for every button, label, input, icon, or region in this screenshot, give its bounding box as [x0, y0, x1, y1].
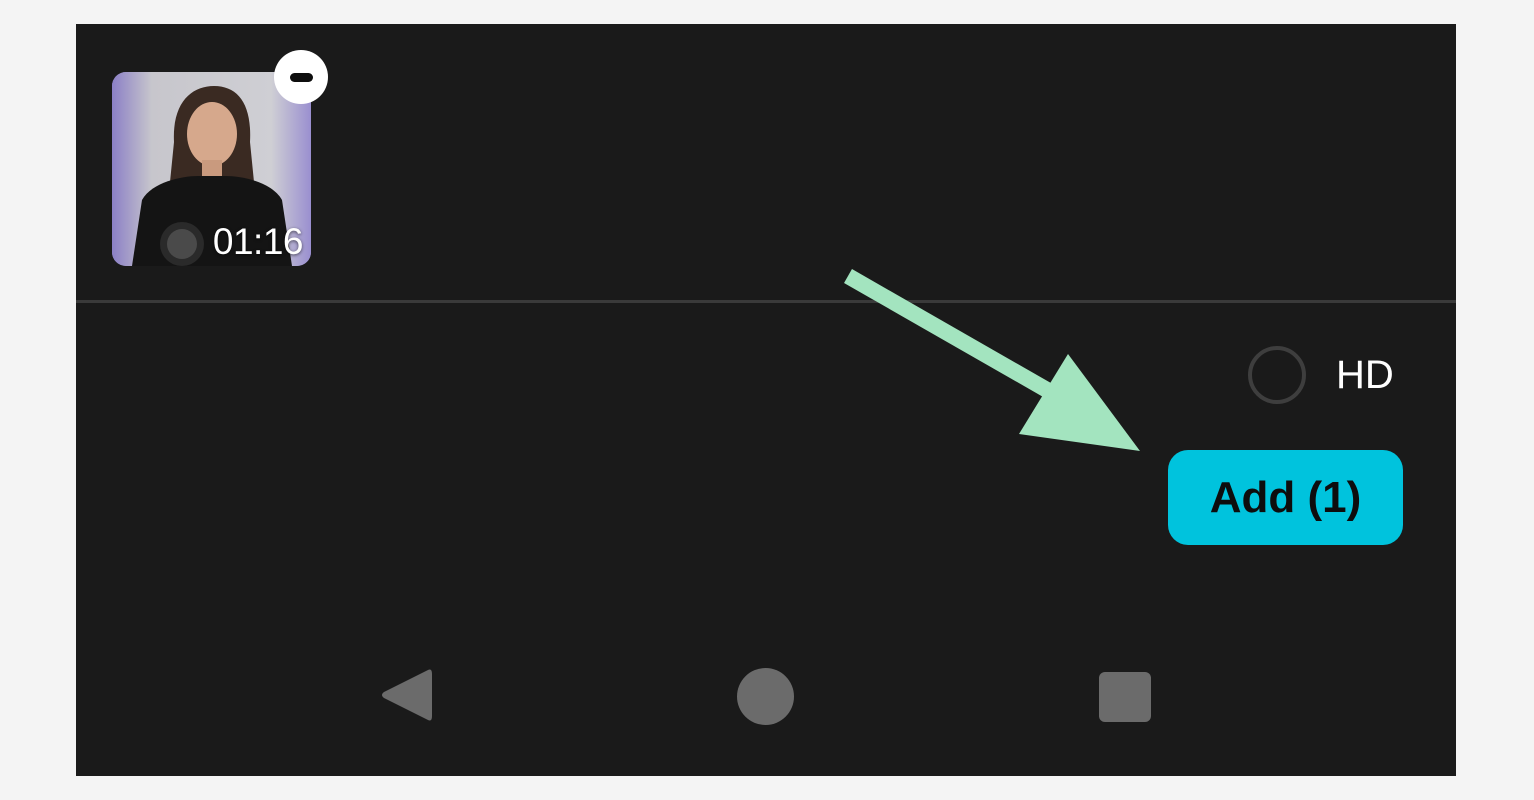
media-picker-screen: 01:16 HD Add (1) — [76, 24, 1456, 776]
hd-toggle[interactable]: HD — [1248, 346, 1394, 404]
hd-label: HD — [1336, 353, 1394, 397]
back-icon[interactable] — [376, 664, 436, 726]
selected-media-tray: 01:16 — [76, 24, 1456, 300]
home-icon[interactable] — [737, 668, 794, 725]
recents-icon[interactable] — [1099, 672, 1151, 722]
selected-video-thumbnail[interactable]: 01:16 — [112, 72, 311, 266]
remove-media-button[interactable] — [274, 50, 328, 104]
radio-unchecked-icon[interactable] — [1248, 346, 1306, 404]
divider — [76, 300, 1456, 303]
minus-circle-icon — [289, 72, 313, 82]
add-button[interactable]: Add (1) — [1168, 450, 1403, 545]
video-duration: 01:16 — [212, 221, 304, 262]
